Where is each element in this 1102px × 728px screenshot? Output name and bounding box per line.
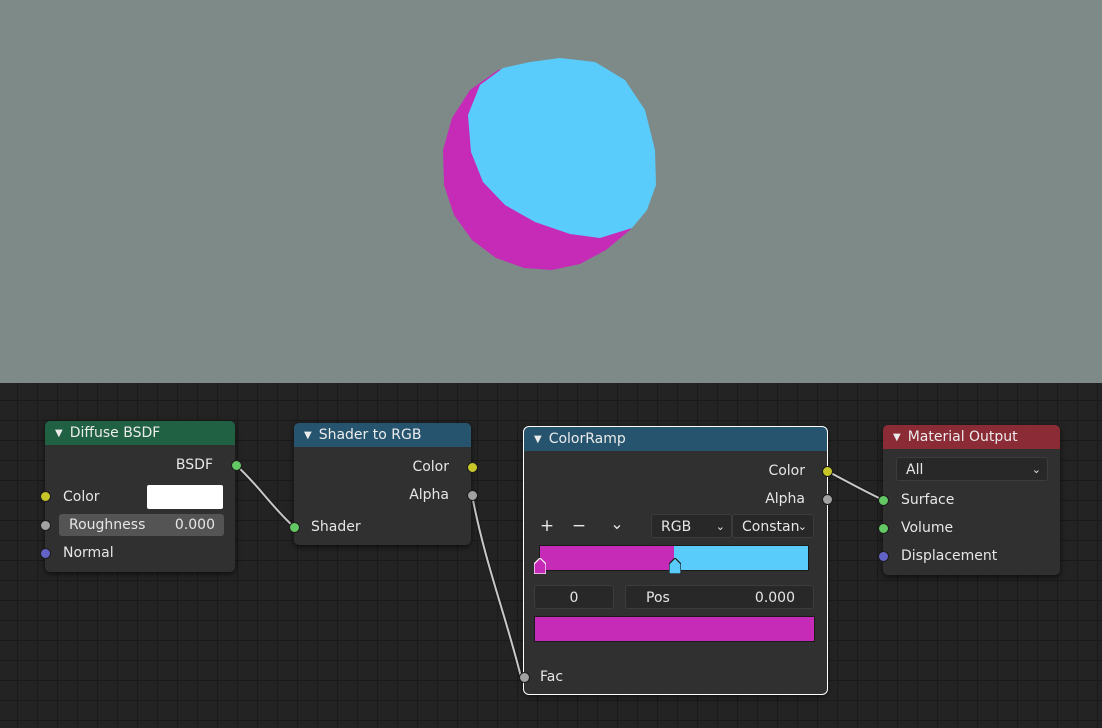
- color-output-socket[interactable]: [467, 462, 478, 473]
- color-stop-handle-1[interactable]: [668, 557, 682, 575]
- color-input-label: Color: [63, 489, 100, 505]
- node-title: Material Output: [907, 429, 1018, 445]
- diffuse-bsdf-header[interactable]: ▼ Diffuse BSDF: [45, 421, 235, 445]
- fac-input-socket[interactable]: [519, 672, 530, 683]
- node-title: Shader to RGB: [318, 427, 422, 443]
- fac-input-label: Fac: [540, 669, 564, 685]
- collapse-triangle-icon[interactable]: ▼: [893, 426, 901, 450]
- chevron-down-icon: ⌄: [715, 520, 725, 533]
- collapse-triangle-icon[interactable]: ▼: [55, 422, 63, 446]
- ramp-menu-icon[interactable]: ⌄: [604, 512, 630, 536]
- 3d-viewport[interactable]: [0, 0, 1102, 383]
- color-swatch[interactable]: [147, 485, 223, 509]
- output-alpha-label: Alpha: [765, 491, 805, 507]
- collapse-triangle-icon[interactable]: ▼: [304, 424, 312, 448]
- displacement-input-socket[interactable]: [878, 551, 889, 562]
- ramp-segment-0: [540, 546, 674, 570]
- output-color-label: Color: [768, 463, 805, 479]
- stop-position-field[interactable]: Pos 0.000: [625, 585, 814, 609]
- material-output-header[interactable]: ▼ Material Output: [883, 425, 1060, 449]
- color-input-socket[interactable]: [40, 491, 51, 502]
- normal-input-socket[interactable]: [40, 548, 51, 559]
- add-stop-button[interactable]: +: [534, 514, 560, 538]
- stop-color-swatch[interactable]: [534, 616, 815, 642]
- volume-input-label: Volume: [901, 520, 954, 536]
- alpha-output-socket[interactable]: [822, 494, 833, 505]
- surface-input-label: Surface: [901, 492, 955, 508]
- stop-index-value: 0: [569, 590, 579, 606]
- volume-input-socket[interactable]: [878, 523, 889, 534]
- render-target-value: All: [906, 462, 924, 478]
- bsdf-output-socket[interactable]: [231, 460, 242, 471]
- shader-to-rgb-node[interactable]: ▼ Shader to RGB Color Alpha Shader: [289, 423, 478, 545]
- material-output-node[interactable]: ▼ Material Output All ⌄ Surface Volume Di…: [878, 425, 1060, 575]
- sphere-preview: [443, 58, 656, 270]
- shader-node-editor[interactable]: ▼ Diffuse BSDF BSDF Color Roughness 0.000…: [0, 383, 1102, 728]
- pos-label: Pos: [646, 590, 670, 606]
- displacement-input-label: Displacement: [901, 548, 998, 564]
- color-mode-dropdown[interactable]: RGB ⌄: [651, 514, 732, 538]
- surface-input-socket[interactable]: [878, 495, 889, 506]
- color-stop-handle-0[interactable]: [533, 557, 547, 575]
- chevron-down-icon: ⌄: [1031, 463, 1041, 476]
- stop-index-field[interactable]: 0: [534, 585, 614, 609]
- shader-to-rgb-header[interactable]: ▼ Shader to RGB: [294, 423, 471, 447]
- colorramp-node[interactable]: ▼ ColorRamp Color Alpha + − ⌄ RGB ⌄ Const…: [519, 426, 833, 695]
- shader-input-socket[interactable]: [289, 522, 300, 533]
- output-bsdf-label: BSDF: [175, 457, 213, 473]
- interpolation-dropdown[interactable]: Constan ⌄: [732, 514, 814, 538]
- node-title: Diffuse BSDF: [69, 425, 161, 441]
- collapse-triangle-icon[interactable]: ▼: [534, 428, 542, 452]
- shader-input-label: Shader: [311, 519, 361, 535]
- pos-value: 0.000: [754, 590, 795, 606]
- render-target-dropdown[interactable]: All ⌄: [896, 457, 1048, 481]
- color-output-socket[interactable]: [822, 466, 833, 477]
- roughness-label: Roughness: [69, 517, 146, 533]
- interpolation-value: Constan: [742, 519, 800, 535]
- roughness-input-socket[interactable]: [40, 520, 51, 531]
- output-alpha-label: Alpha: [409, 487, 449, 503]
- node-title: ColorRamp: [548, 431, 626, 447]
- remove-stop-button[interactable]: −: [566, 514, 592, 538]
- roughness-field[interactable]: Roughness 0.000: [59, 514, 224, 536]
- output-color-label: Color: [412, 459, 449, 475]
- color-mode-value: RGB: [661, 519, 692, 535]
- diffuse-bsdf-node[interactable]: ▼ Diffuse BSDF BSDF Color Roughness 0.000…: [40, 421, 242, 572]
- colorramp-header[interactable]: ▼ ColorRamp: [524, 427, 827, 451]
- alpha-output-socket[interactable]: [467, 490, 478, 501]
- chevron-down-icon: ⌄: [797, 520, 807, 533]
- normal-input-label: Normal: [63, 545, 114, 561]
- roughness-value: 0.000: [174, 517, 215, 533]
- ramp-segment-1: [674, 546, 808, 570]
